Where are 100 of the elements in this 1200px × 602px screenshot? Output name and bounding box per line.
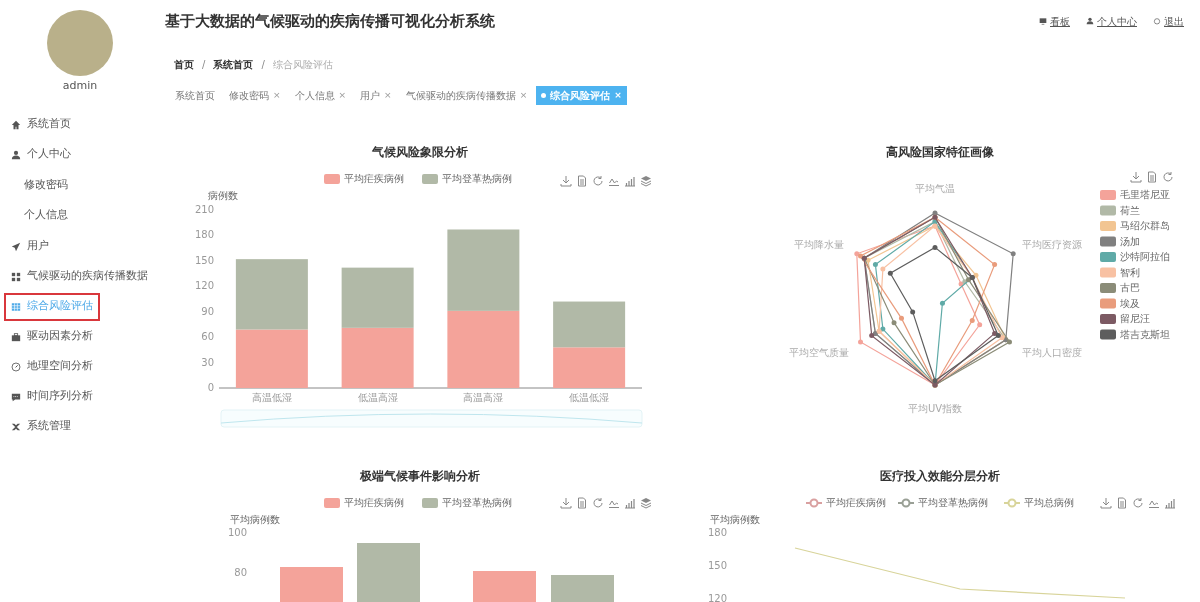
sidebar-subitem[interactable]: 修改密码 xyxy=(0,170,160,201)
dot-icon xyxy=(541,93,547,98)
legend-label: 平均疟疾病例 xyxy=(826,497,886,508)
bar xyxy=(357,543,420,602)
sidebar-item[interactable]: 系统首页 xyxy=(4,110,156,139)
stack-icon[interactable] xyxy=(640,498,652,509)
chart-title: 高风险国家特征画像 xyxy=(885,144,995,161)
chart-title: 气候风险象限分析 xyxy=(371,144,469,161)
breadcrumb-item[interactable]: 系统首页 xyxy=(213,56,254,72)
category-label: 高温低湿 xyxy=(251,392,292,403)
user-icon xyxy=(1086,17,1094,25)
tick-label: 120 xyxy=(707,593,727,602)
grid-icon xyxy=(11,271,21,282)
tab[interactable]: 修改密码 × xyxy=(224,86,286,105)
legend-label: 平均总病例 xyxy=(1024,497,1074,508)
line-chart-icon[interactable] xyxy=(608,178,620,186)
document-icon[interactable] xyxy=(1148,171,1156,183)
tick-label: 0 xyxy=(207,382,214,393)
download-icon[interactable] xyxy=(1100,497,1112,509)
breadcrumb-separator: / xyxy=(261,57,265,72)
tick-label: 30 xyxy=(201,356,214,368)
axis-label: 平均人口密度 xyxy=(1022,347,1082,358)
download-icon[interactable] xyxy=(560,497,572,509)
dashboard-icon xyxy=(1039,17,1047,25)
sidebar-item[interactable]: 时间序列分析 xyxy=(4,382,156,411)
sidebar-item[interactable]: 地理空间分析 xyxy=(4,352,156,381)
tick-label: 180 xyxy=(707,527,727,538)
chart-title: 极端气候事件影响分析 xyxy=(359,468,481,485)
bar xyxy=(280,567,343,602)
page-title: 基于大数据的气候驱动的疾病传播可视化分析系统 xyxy=(165,10,495,32)
bar xyxy=(551,575,614,602)
sidebar-subitem[interactable]: 个人信息 xyxy=(0,200,160,231)
refresh-icon[interactable] xyxy=(1133,497,1143,508)
bar-chart-icon[interactable] xyxy=(624,176,636,187)
legend-label: 马绍尔群岛 xyxy=(1120,220,1170,231)
table-icon xyxy=(11,301,21,312)
tick-label: 90 xyxy=(201,305,214,317)
sidebar-item[interactable]: 气候驱动的疾病传播数据 xyxy=(4,262,156,291)
document-icon[interactable] xyxy=(1118,497,1126,509)
power-icon xyxy=(1153,17,1161,25)
breadcrumb-item[interactable]: 首页 xyxy=(174,56,194,72)
legend-label: 古巴 xyxy=(1120,282,1140,293)
legend-label: 毛里塔尼亚 xyxy=(1120,189,1170,200)
legend-label: 留尼汪 xyxy=(1120,313,1150,324)
legend-label: 埃及 xyxy=(1120,297,1140,309)
line-chart-icon[interactable] xyxy=(608,500,620,508)
legend-label: 塔吉克斯坦 xyxy=(1120,328,1170,340)
download-icon[interactable] xyxy=(1130,171,1142,183)
legend-label: 平均疟疾病例 xyxy=(344,173,404,184)
breadcrumb-separator: / xyxy=(202,57,206,72)
breadcrumb-item: 综合风险评估 xyxy=(272,57,333,72)
tab[interactable]: 气候驱动的疾病传播数据 × xyxy=(400,86,533,105)
header-link[interactable]: 退出 xyxy=(1153,13,1184,29)
tick-label: 120 xyxy=(194,280,214,292)
legend-label: 平均疟疾病例 xyxy=(344,497,404,508)
axis-title: 平均病例数 xyxy=(230,514,280,525)
sidebar-item[interactable]: 个人中心 xyxy=(4,140,156,169)
document-icon[interactable] xyxy=(578,497,586,509)
sidebar-item[interactable]: 系统管理 xyxy=(4,412,156,441)
tab[interactable]: 系统首页 xyxy=(170,86,220,105)
tick-label: 100 xyxy=(227,527,247,538)
header-link[interactable]: 看板 xyxy=(1039,13,1070,29)
download-icon[interactable] xyxy=(560,175,572,187)
sidebar-item-label: 气候驱动的疾病传播数据 xyxy=(27,268,148,285)
tab[interactable]: 用户 × xyxy=(355,86,397,105)
zoom-slider[interactable] xyxy=(220,409,643,428)
axis-title: 病例数 xyxy=(208,190,238,201)
legend-label: 沙特阿拉伯 xyxy=(1120,251,1170,262)
bar-chart-icon[interactable] xyxy=(624,498,636,509)
stack-icon[interactable] xyxy=(640,176,652,187)
refresh-icon[interactable] xyxy=(593,175,603,186)
refresh-icon[interactable] xyxy=(593,497,603,508)
category-label: 低温高湿 xyxy=(357,392,398,403)
user-name: admin xyxy=(61,78,99,94)
sidebar-item-label: 综合风险评估 xyxy=(27,298,93,315)
chart-title: 医疗投入效能分层分析 xyxy=(879,468,1001,485)
sidebar-item-label: 驱动因素分析 xyxy=(27,328,93,345)
tab[interactable]: 个人信息 × xyxy=(289,86,352,105)
sidebar-item[interactable]: 用户 xyxy=(4,232,156,261)
legend-label: 汤加 xyxy=(1120,235,1140,247)
tools-icon xyxy=(11,421,21,432)
legend-label: 平均登革热病例 xyxy=(442,497,512,508)
compass-icon xyxy=(11,361,21,372)
tick-label: 80 xyxy=(234,567,247,578)
tick-label: 150 xyxy=(194,254,214,266)
sidebar-item-label: 个人中心 xyxy=(27,146,71,163)
tick-label: 60 xyxy=(201,331,214,343)
header-link[interactable]: 个人中心 xyxy=(1086,13,1137,29)
sidebar-item-label: 地理空间分析 xyxy=(27,358,93,375)
paper-plane-icon xyxy=(11,241,21,252)
line-chart-icon[interactable] xyxy=(1148,500,1160,508)
document-icon[interactable] xyxy=(578,175,586,187)
sidebar-item-label: 系统首页 xyxy=(27,116,71,133)
refresh-icon[interactable] xyxy=(1163,171,1173,182)
legend-label: 平均登革热病例 xyxy=(442,173,512,184)
axis-label: 平均医疗资源 xyxy=(1022,239,1082,250)
category-label: 低温低湿 xyxy=(569,392,610,403)
sidebar-item[interactable]: 驱动因素分析 xyxy=(4,322,156,351)
legend-label: 智利 xyxy=(1120,266,1140,278)
bar-chart-icon[interactable] xyxy=(1164,498,1176,509)
